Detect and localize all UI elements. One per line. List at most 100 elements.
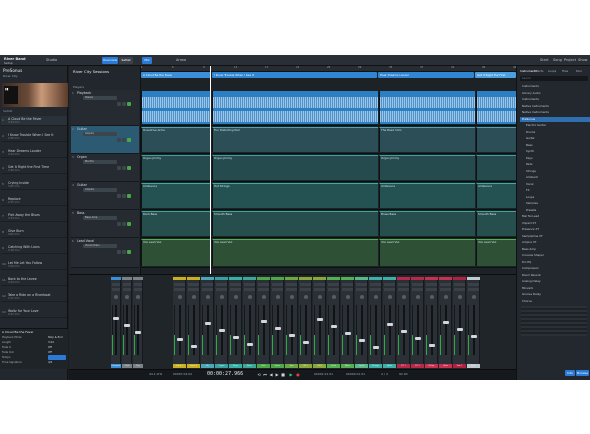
insert-slot[interactable]: [244, 283, 255, 286]
event-clip[interactable]: Ambience: [379, 183, 475, 208]
song-tab[interactable]: Song: [553, 56, 562, 65]
song-marker[interactable]: A Cloud Be the Fever: [141, 72, 211, 78]
inspector-field-value[interactable]: 4/4: [48, 361, 52, 364]
pan-knob[interactable]: [359, 295, 364, 299]
browser-item[interactable]: Strings: [520, 169, 590, 174]
browser-item[interactable]: Impact XT: [520, 221, 590, 226]
browser-tab[interactable]: Pool: [576, 69, 582, 73]
browser-item[interactable]: Guitar: [520, 136, 590, 141]
setlist-item[interactable]: 9 Catching With Lions 3:18 min: [1, 244, 67, 254]
show-tab[interactable]: Show: [578, 56, 587, 65]
event-clip[interactable]: Organ Jimmy: [379, 155, 475, 180]
browser-item[interactable]: Vocal: [520, 182, 590, 187]
send-slot[interactable]: [440, 288, 451, 291]
pan-knob[interactable]: [457, 295, 462, 299]
track-header[interactable]: 3 Organ Mai Tai: [71, 154, 139, 182]
browser-tab[interactable]: Effects: [534, 69, 544, 73]
event-clip[interactable]: [476, 155, 516, 180]
send-slot[interactable]: [112, 288, 120, 291]
browser-item[interactable]: Bass Amp: [520, 247, 590, 252]
track-lane[interactable]: Overdrive Arms Fun Distorting Pad The Road…: [141, 126, 516, 154]
browser-item[interactable]: Presets: [520, 208, 590, 213]
fader-handle[interactable]: [246, 343, 253, 346]
insert-slot[interactable]: [328, 283, 339, 286]
send-slot[interactable]: [123, 288, 131, 291]
pan-knob[interactable]: [429, 295, 434, 299]
send-slot[interactable]: [134, 288, 142, 291]
tempo-value[interactable]: 92.00: [399, 372, 408, 376]
mixer-channel[interactable]: FX 1: [397, 277, 410, 368]
song-marker[interactable]: Get It Right the First: [475, 72, 516, 78]
monitor-button[interactable]: [127, 250, 131, 254]
fader-handle[interactable]: [358, 339, 365, 342]
browser-item[interactable]: Instruments: [520, 84, 590, 89]
insert-slot[interactable]: [412, 283, 423, 286]
inspector-field-value[interactable]: Off: [48, 346, 52, 349]
insert-slot[interactable]: [398, 283, 409, 286]
pan-knob[interactable]: [401, 295, 406, 299]
browser-item[interactable]: Chorus: [520, 299, 590, 304]
insert-slot[interactable]: [454, 283, 465, 286]
send-slot[interactable]: [370, 288, 381, 291]
setlist-item[interactable]: 1A Cloud Be the Fever 3:24 min: [1, 116, 67, 126]
track-buttons[interactable]: [117, 155, 139, 170]
pan-knob[interactable]: [205, 295, 210, 299]
browser-item[interactable]: Instruments: [520, 97, 590, 102]
fader-handle[interactable]: [260, 320, 267, 323]
send-slot[interactable]: [314, 288, 325, 291]
browser-item[interactable]: SampleOne XT: [520, 234, 590, 239]
send-slot[interactable]: [468, 288, 479, 291]
browser-search-input[interactable]: Search: [520, 76, 588, 81]
fader-handle[interactable]: [218, 329, 225, 332]
inspector-field-value[interactable]: Stop & End: [48, 336, 63, 339]
fader-handle[interactable]: [232, 336, 239, 339]
send-slot[interactable]: [412, 288, 423, 291]
back-icon[interactable]: ◀: [269, 373, 273, 377]
send-slot[interactable]: [230, 288, 241, 291]
solo-button[interactable]: [122, 166, 126, 170]
pan-knob[interactable]: [261, 295, 266, 299]
browser-item[interactable]: Presence XT: [520, 227, 590, 232]
song-marker[interactable]: I Know Trouble When I See It: [212, 72, 377, 78]
browser-item[interactable]: Analog Delay: [520, 279, 590, 284]
insert-slot[interactable]: [216, 283, 227, 286]
track-header[interactable]: 6 Lead Vocal Vocal Chain: [71, 238, 139, 268]
track-name[interactable]: Playback: [77, 91, 91, 95]
track-buttons[interactable]: [117, 211, 139, 226]
fader-handle[interactable]: [386, 323, 393, 326]
monitor-button[interactable]: [127, 138, 131, 142]
track-buttons[interactable]: [117, 91, 139, 106]
browser-item[interactable]: Pro EQ: [520, 260, 590, 265]
mixer-channel[interactable]: BVox: [341, 277, 354, 368]
solo-button[interactable]: [122, 222, 126, 226]
solo-button[interactable]: [122, 250, 126, 254]
mix-button[interactable]: Mix: [142, 57, 152, 64]
audio-clip[interactable]: [379, 91, 475, 124]
send-slot[interactable]: [398, 288, 409, 291]
mute-button[interactable]: [117, 102, 121, 106]
pan-knob[interactable]: [114, 295, 118, 299]
send-slot[interactable]: [286, 288, 297, 291]
event-clip[interactable]: Vox Lead Vox: [476, 239, 516, 266]
insert-slot[interactable]: [202, 283, 213, 286]
browse-button[interactable]: Browse: [576, 370, 589, 376]
event-clip[interactable]: Blues Bass: [379, 211, 475, 236]
track-name[interactable]: Organ: [77, 155, 87, 159]
event-clip[interactable]: Hot Strings: [212, 183, 378, 208]
browser-item[interactable]: Groove Delay: [520, 292, 590, 297]
browser-item[interactable]: Library Audio: [520, 91, 590, 96]
mixer-channel[interactable]: Cue: [133, 277, 143, 368]
pan-knob[interactable]: [387, 295, 392, 299]
mixer-channel[interactable]: Amb: [383, 277, 396, 368]
mixer-channel[interactable]: Bass: [243, 277, 256, 368]
stop-icon[interactable]: ■: [281, 373, 285, 377]
event-clip[interactable]: The Road Intro: [379, 127, 475, 152]
solo-button[interactable]: [122, 138, 126, 142]
insert-slot[interactable]: [286, 283, 297, 286]
browser-item[interactable]: Ampire XT: [520, 240, 590, 245]
fader-handle[interactable]: [288, 334, 295, 337]
fader-handle[interactable]: [124, 324, 130, 327]
track-buttons[interactable]: [117, 183, 139, 198]
pan-knob[interactable]: [317, 295, 322, 299]
event-clip[interactable]: Vox Lead Vox: [141, 239, 211, 266]
